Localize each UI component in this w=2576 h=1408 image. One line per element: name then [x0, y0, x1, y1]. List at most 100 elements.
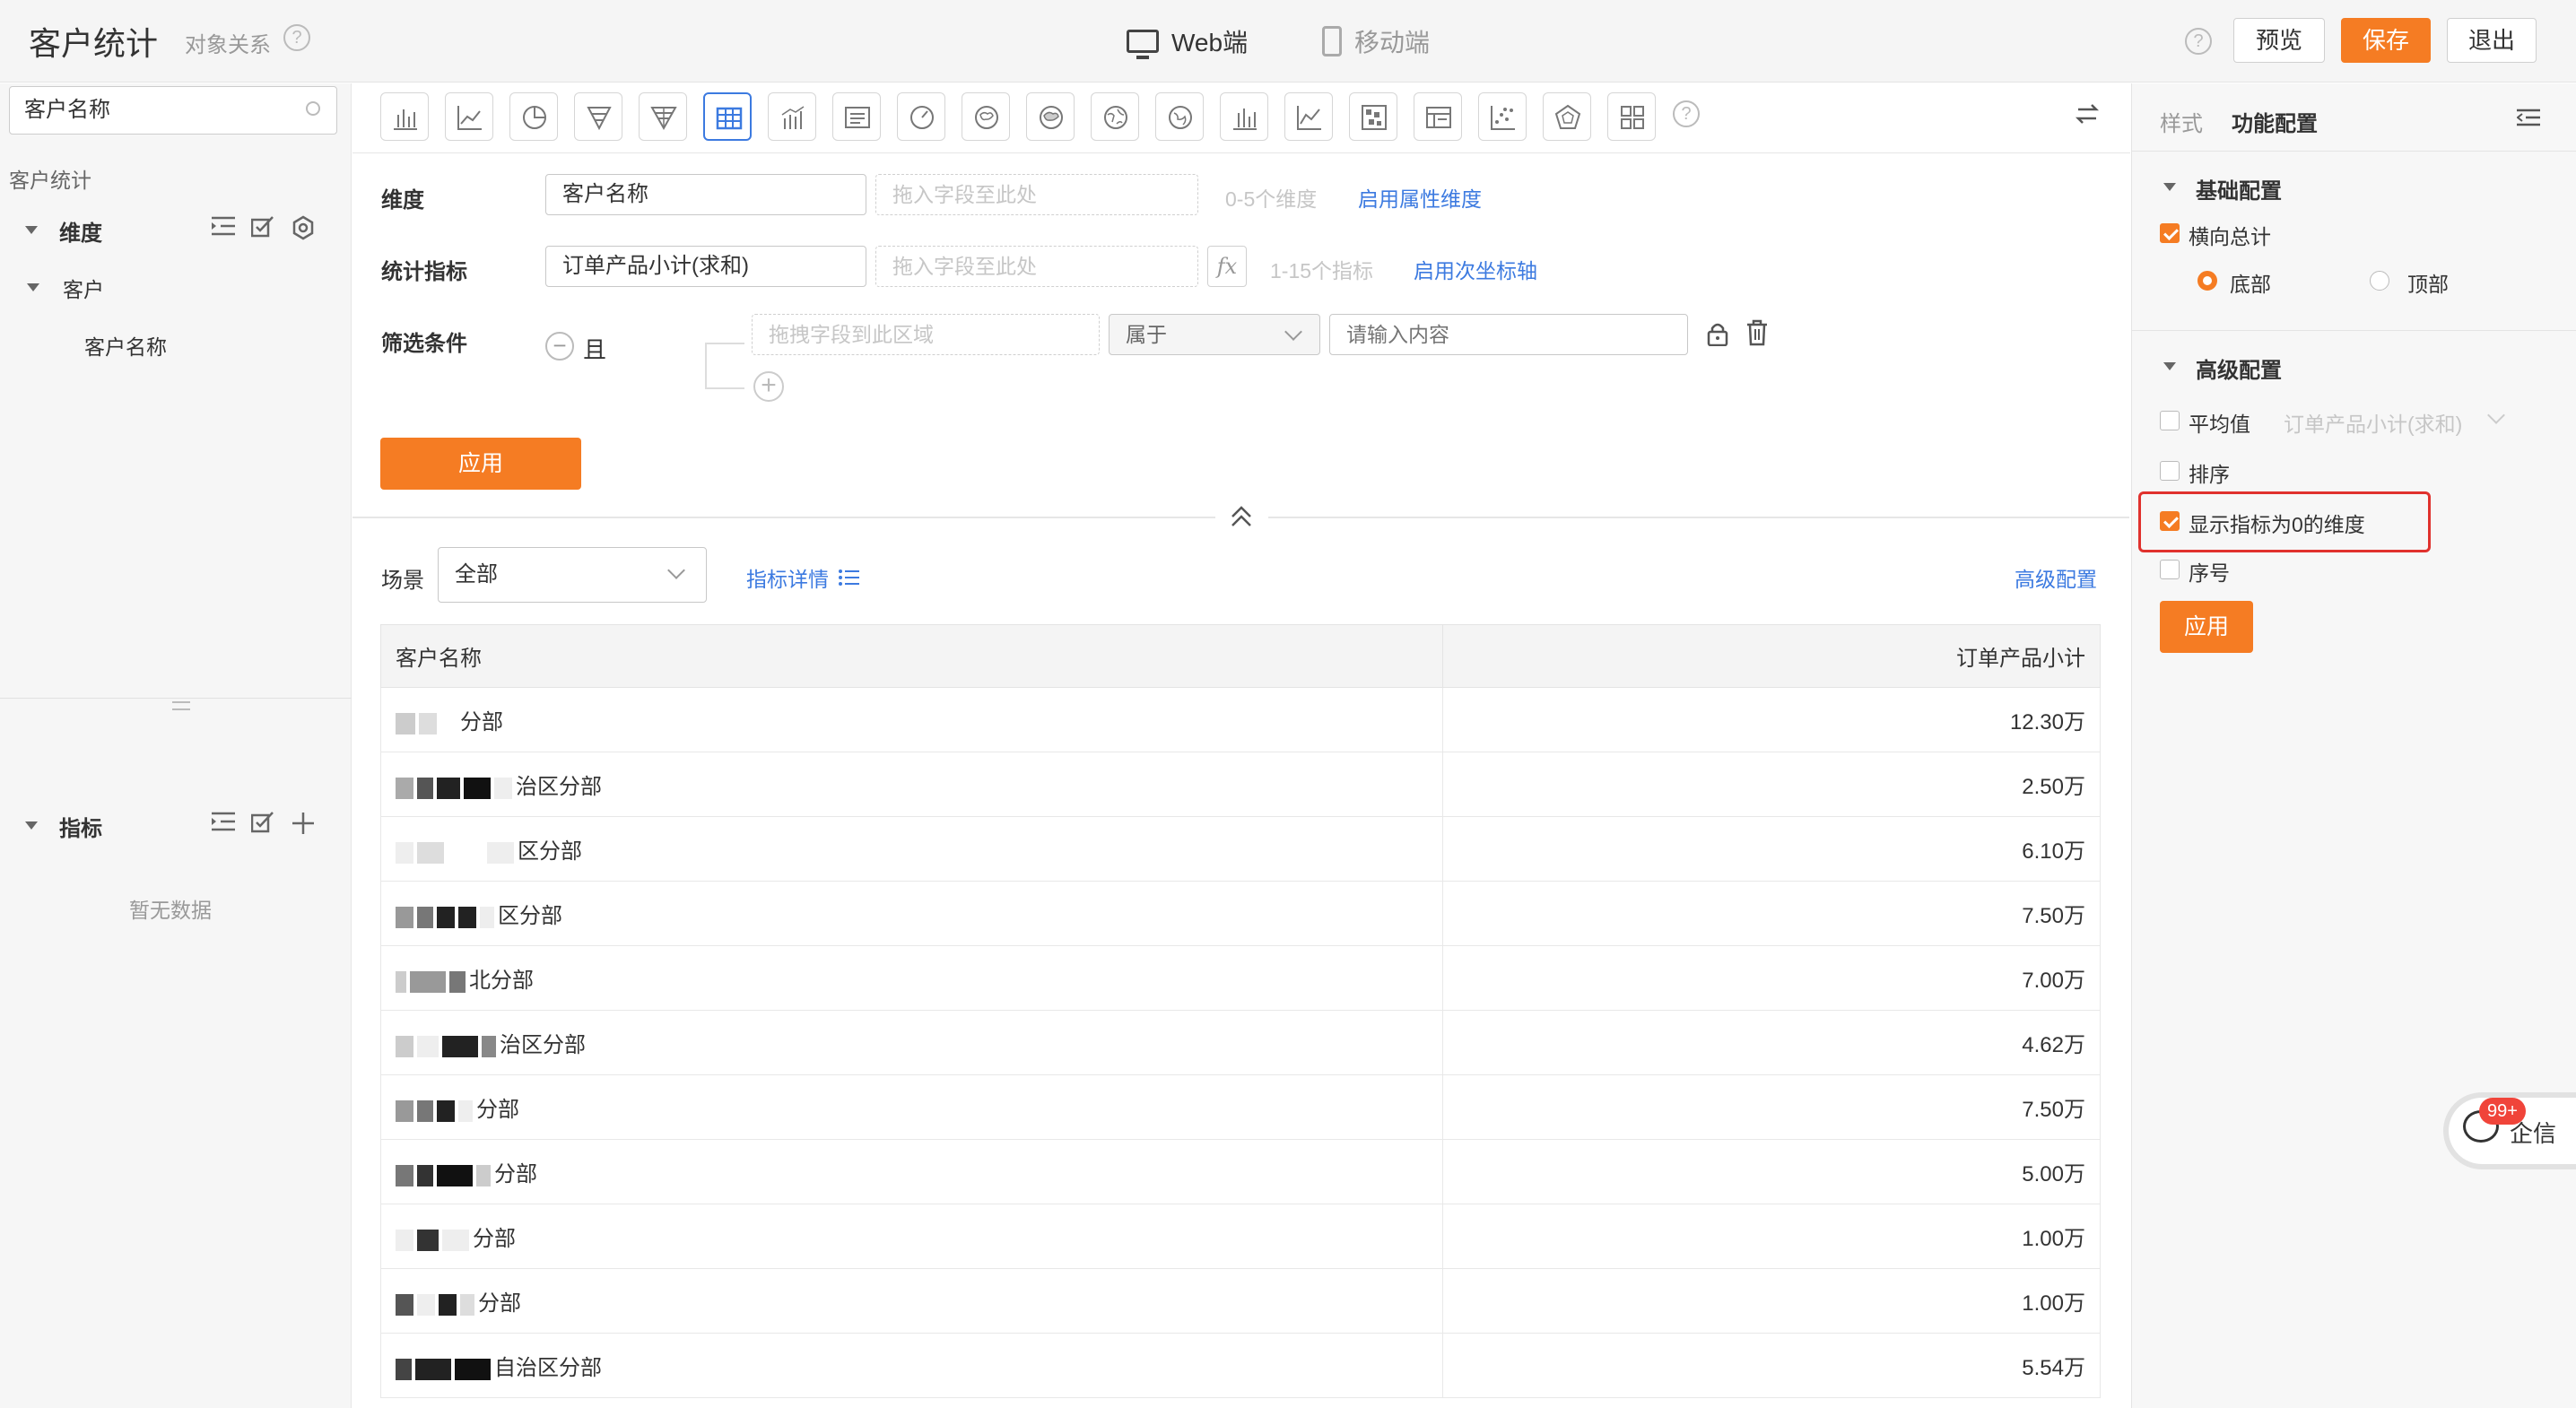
funnel-compare-icon[interactable] [639, 92, 687, 141]
cell-customer-name: 治区分部 [380, 752, 1443, 817]
panel-apply-button[interactable]: 应用 [2160, 601, 2253, 653]
text-card-icon[interactable] [832, 92, 881, 141]
cell-customer-name: 分部 [380, 1074, 1443, 1140]
globe-map-icon[interactable] [1155, 92, 1204, 141]
gauge-chart-icon[interactable] [897, 92, 945, 141]
table-row[interactable]: 分部 12.30万 [380, 687, 2101, 752]
tab-mobile[interactable]: 移动端 [1322, 23, 1430, 59]
apply-button[interactable]: 应用 [380, 438, 581, 490]
save-button[interactable]: 保存 [2341, 18, 2431, 63]
help-icon[interactable]: ? [1673, 100, 1700, 127]
caret-down-icon[interactable] [25, 226, 38, 234]
radio-top[interactable] [2370, 271, 2389, 291]
tree-item-customer-name[interactable]: 客户名称 [84, 330, 167, 361]
enable-secondary-axis-link[interactable]: 启用次坐标轴 [1414, 254, 1537, 284]
metric-detail-link[interactable]: 指标详情 [746, 562, 859, 593]
caret-down-icon[interactable] [27, 283, 39, 291]
table-chart-icon[interactable] [703, 92, 752, 141]
filter-field-drop-zone[interactable]: 拖拽字段到此区域 [752, 314, 1100, 355]
radio-bottom[interactable] [2197, 271, 2217, 291]
table-row[interactable]: 分部 1.00万 [380, 1204, 2101, 1269]
data-table: 客户名称 订单产品小计 分部 12.30万 治区分部 2.50万 区分部 6.10万 区分部… [380, 624, 2101, 1398]
table-row[interactable]: 自治区分部 5.54万 [380, 1333, 2101, 1398]
collapse-up-icon[interactable] [1231, 504, 1252, 531]
sequence-checkbox[interactable] [2160, 560, 2180, 579]
table-row[interactable]: 治区分部 4.62万 [380, 1010, 2101, 1075]
indent-icon[interactable] [212, 215, 237, 237]
china-map-area-icon[interactable] [1026, 92, 1075, 141]
filter-value-input[interactable] [1329, 314, 1688, 355]
show-zero-dimension-checkbox[interactable] [2160, 511, 2180, 531]
help-icon[interactable]: ? [283, 24, 310, 51]
tab-mobile-label: 移动端 [1354, 29, 1431, 56]
object-relation-link[interactable]: 对象关系 [185, 27, 271, 58]
and-operator-label[interactable]: 且 [583, 332, 606, 365]
horizontal-total-checkbox[interactable] [2160, 223, 2180, 243]
bar-chart-icon[interactable] [380, 92, 429, 141]
table-row[interactable]: 分部 1.00万 [380, 1268, 2101, 1334]
indent-icon[interactable] [212, 811, 237, 832]
select-all-icon[interactable] [251, 215, 276, 239]
combo-chart-icon[interactable] [768, 92, 816, 141]
preview-button[interactable]: 预览 [2233, 18, 2325, 63]
tab-function-config[interactable]: 功能配置 [2232, 106, 2318, 137]
advanced-config-link[interactable]: 高级配置 [2015, 562, 2097, 593]
trash-icon[interactable] [1745, 319, 1769, 346]
redacted-mosaic [396, 710, 460, 735]
china-map-icon[interactable] [962, 92, 1010, 141]
select-all-icon[interactable] [251, 811, 276, 834]
dashboard-grid-icon[interactable] [1607, 92, 1656, 141]
area-chart-icon[interactable] [1284, 92, 1333, 141]
line-chart-icon[interactable] [445, 92, 493, 141]
minus-circle-icon[interactable]: − [545, 332, 574, 361]
plus-icon[interactable] [291, 811, 316, 836]
panel-divider [0, 698, 352, 699]
table-row[interactable]: 分部 7.50万 [380, 1074, 2101, 1140]
enable-attribute-dimension-link[interactable]: 启用属性维度 [1358, 182, 1482, 213]
scatter-chart-icon[interactable] [1478, 92, 1527, 141]
help-icon[interactable]: ? [2185, 28, 2212, 55]
qixin-label[interactable]: 企信 [2510, 1116, 2556, 1149]
column-header-order-subtotal[interactable]: 订单产品小计 [1442, 624, 2101, 688]
tree-item-customer[interactable]: 客户 [63, 273, 104, 303]
caret-down-icon[interactable] [2163, 362, 2176, 370]
exit-button[interactable]: 退出 [2447, 18, 2537, 63]
dimension-field-chip[interactable]: 客户名称 [545, 174, 866, 215]
pivot-table-icon[interactable] [1414, 92, 1462, 141]
world-map-icon[interactable] [1091, 92, 1139, 141]
caret-down-icon[interactable] [2163, 183, 2176, 191]
metric-actions [212, 811, 316, 836]
metric-drop-zone[interactable]: 拖入字段至此处 [875, 246, 1198, 287]
filter-operator-select[interactable]: 属于 [1109, 314, 1320, 355]
add-condition-icon[interactable]: + [753, 371, 784, 402]
table-row[interactable]: 区分部 7.50万 [380, 881, 2101, 946]
table-row[interactable]: 分部 5.00万 [380, 1139, 2101, 1204]
settings-icon[interactable] [291, 215, 316, 240]
caret-down-icon[interactable] [25, 821, 38, 830]
heatmap-icon[interactable] [1349, 92, 1397, 141]
formula-button[interactable]: fx [1207, 246, 1247, 287]
column-chart-icon[interactable] [1220, 92, 1268, 141]
table-row[interactable]: 治区分部 2.50万 [380, 752, 2101, 817]
table-header-row: 客户名称 订单产品小计 [380, 624, 2101, 688]
table-row[interactable]: 北分部 7.00万 [380, 945, 2101, 1011]
tab-style[interactable]: 样式 [2160, 106, 2203, 137]
dimension-drop-zone[interactable]: 拖入字段至此处 [875, 174, 1198, 215]
funnel-chart-icon[interactable] [574, 92, 622, 141]
metric-field-chip[interactable]: 订单产品小计(求和) [545, 246, 866, 287]
lock-icon[interactable] [1706, 321, 1729, 346]
average-checkbox[interactable] [2160, 411, 2180, 430]
average-metric-select[interactable]: 订单产品小计(求和) [2284, 407, 2462, 438]
scene-select[interactable]: 全部 [438, 547, 707, 603]
column-header-customer-name[interactable]: 客户名称 [380, 624, 1443, 688]
field-search-input[interactable]: 客户名称 [9, 86, 337, 135]
tab-web[interactable]: Web端 [1127, 23, 1248, 59]
radar-chart-icon[interactable] [1543, 92, 1591, 141]
table-row[interactable]: 区分部 6.10万 [380, 816, 2101, 882]
pie-chart-icon[interactable] [509, 92, 558, 141]
collapse-panel-icon[interactable] [2517, 108, 2540, 127]
swap-icon[interactable] [2074, 100, 2101, 127]
sort-checkbox[interactable] [2160, 461, 2180, 481]
customer-name-text: 区分部 [498, 903, 562, 928]
drag-handle-icon[interactable] [172, 701, 190, 710]
